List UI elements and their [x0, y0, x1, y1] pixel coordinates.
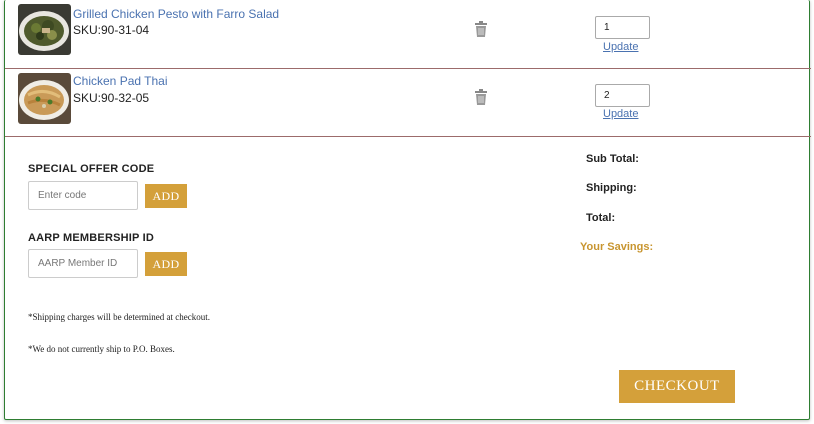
item-name-link[interactable]: Chicken Pad Thai: [73, 74, 168, 88]
add-offer-code-button[interactable]: ADD: [145, 184, 187, 208]
update-quantity-link[interactable]: Update: [603, 108, 638, 120]
special-offer-label: SPECIAL OFFER CODE: [28, 163, 155, 175]
total-label: Total:: [586, 212, 616, 224]
savings-label: Your Savings:: [580, 241, 654, 253]
item-sku: SKU:90-31-04: [73, 23, 150, 37]
trash-icon[interactable]: [474, 21, 488, 37]
grilled-chicken-pesto-thumbnail[interactable]: [18, 4, 71, 55]
item-sku: SKU:90-32-05: [73, 91, 150, 105]
po-box-note: *We do not currently ship to P.O. Boxes.: [28, 344, 175, 354]
cart-item-row: Grilled Chicken Pesto with Farro Salad S…: [5, 2, 811, 69]
shipping-label: Shipping:: [586, 182, 637, 194]
shipping-note: *Shipping charges will be determined at …: [28, 312, 211, 322]
add-aarp-id-button[interactable]: ADD: [145, 252, 187, 276]
chicken-pad-thai-thumbnail[interactable]: [18, 73, 71, 124]
subtotal-label: Sub Total:: [586, 153, 639, 165]
cart-panel: Grilled Chicken Pesto with Farro Salad S…: [4, 0, 811, 420]
update-quantity-link[interactable]: Update: [603, 41, 638, 53]
aarp-member-id-input[interactable]: [28, 249, 138, 278]
checkout-button[interactable]: CHECKOUT: [619, 370, 735, 403]
quantity-input[interactable]: [595, 84, 650, 107]
offer-code-input[interactable]: [28, 181, 138, 210]
aarp-membership-label: AARP MEMBERSHIP ID: [28, 232, 155, 244]
item-name-link[interactable]: Grilled Chicken Pesto with Farro Salad: [73, 7, 279, 21]
quantity-input[interactable]: [595, 16, 650, 39]
trash-icon[interactable]: [474, 89, 488, 105]
cart-item-row: Chicken Pad Thai SKU:90-32-05 Update: [5, 70, 811, 137]
